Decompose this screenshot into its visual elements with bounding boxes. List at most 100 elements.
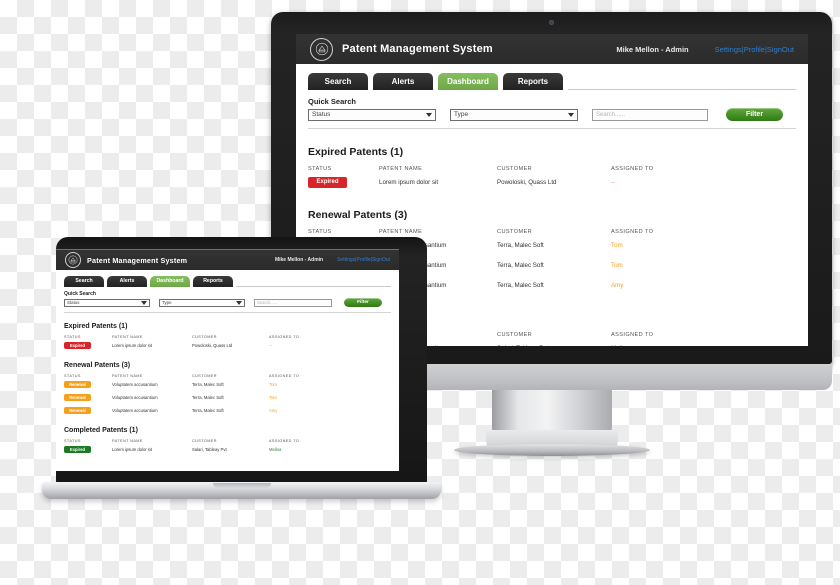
tab-dashboard[interactable]: Dashboard: [438, 73, 498, 90]
assigned-to-cell: Melina: [269, 447, 282, 452]
column-header: PATENT NAME: [379, 229, 423, 235]
tab-bar: Search Alerts Dashboard Reports: [308, 73, 796, 90]
tab-alerts[interactable]: Alerts: [107, 276, 147, 287]
column-header: ASSIGNED TO: [611, 229, 654, 235]
column-header: ASSIGNED TO: [269, 374, 300, 378]
tab-bar: Search Alerts Dashboard Reports: [64, 276, 391, 287]
patent-name-cell: Lorem ipsum dolor sit: [112, 343, 153, 348]
status-badge: Expired: [64, 341, 91, 350]
chevron-down-icon: [141, 300, 147, 305]
user-account-links[interactable]: Settings|Profile|SignOut: [715, 45, 794, 54]
customer-cell: Terra, Malec Soft: [497, 261, 544, 269]
chevron-down-icon: [568, 112, 574, 117]
assigned-to-cell: Tom: [611, 261, 623, 269]
status-select[interactable]: Status: [308, 108, 436, 121]
search-input[interactable]: Search......: [592, 108, 708, 121]
type-select-value: Type: [454, 111, 469, 118]
column-header: ASSIGNED TO: [269, 335, 300, 339]
assigned-to-cell: Melina: [611, 345, 691, 347]
section-title: Renewal Patents (3): [64, 362, 131, 369]
tab-reports[interactable]: Reports: [503, 73, 563, 90]
column-header: STATUS: [308, 229, 332, 235]
laptop-screen: Patent Management System Mike Mellon - A…: [56, 249, 399, 471]
status-cell: Renewal: [64, 380, 112, 389]
assigned-to-cell: Tom: [611, 241, 623, 249]
section-title: Expired Patents (1): [308, 146, 404, 158]
laptop: Patent Management System Mike Mellon - A…: [42, 237, 441, 499]
column-header: STATUS: [308, 166, 332, 172]
table-row[interactable]: Renewal Voluptatem accusantium Terra, Male…: [64, 391, 391, 404]
customer-cell: Terra, Malec Soft: [192, 408, 224, 413]
webcam-icon: [549, 20, 554, 25]
customer-cell: Salari, Tableay Pvt: [497, 345, 611, 347]
tab-reports[interactable]: Reports: [193, 276, 233, 287]
search-input-placeholder: Search......: [596, 111, 626, 118]
column-header: ASSIGNED TO: [611, 332, 654, 338]
type-select-value: Type: [162, 300, 172, 305]
status-badge: Renewal: [64, 406, 91, 415]
filter-button[interactable]: Filter: [726, 108, 783, 121]
table-row[interactable]: Expired Lorem ipsum dolor sit Powoloski, Q…: [64, 339, 391, 352]
customer-cell: Powoloski, Quass Ltd: [497, 178, 557, 186]
tab-search[interactable]: Search: [308, 73, 368, 90]
column-header: PATENT NAME: [112, 374, 143, 378]
tab-search[interactable]: Search: [64, 276, 104, 287]
app-title: Patent Management System: [87, 255, 188, 265]
patent-name-cell: Voluptatem accusantium: [112, 395, 158, 400]
filter-button[interactable]: Filter: [344, 298, 382, 307]
status-select-value: Status: [67, 300, 80, 305]
app-window-laptop: Patent Management System Mike Mellon - A…: [56, 249, 399, 471]
table-row[interactable]: Expired Lorem ipsum dolor sit Powoloski, Q…: [308, 172, 796, 192]
column-header: CUSTOMER: [192, 335, 217, 339]
table-row[interactable]: Renewal Voluptatem accusantium Terra, Male…: [64, 404, 391, 417]
customer-cell: Terra, Malec Soft: [497, 281, 544, 289]
assigned-to-cell: --: [269, 343, 272, 348]
tab-alerts[interactable]: Alerts: [373, 73, 433, 90]
assigned-to-cell: --: [611, 178, 616, 186]
tab-dashboard[interactable]: Dashboard: [150, 276, 190, 287]
type-select[interactable]: Type: [450, 108, 578, 121]
patent-name-cell: Voluptatem accusantium: [112, 382, 158, 387]
laptop-base-notch: [212, 483, 271, 488]
app-title: Patent Management System: [342, 43, 493, 55]
status-cell: Renewal: [64, 406, 112, 415]
search-input-placeholder: Search......: [257, 300, 278, 305]
quick-search-row: Status Type Search...... Filter: [308, 108, 796, 121]
table-row[interactable]: Expired Lorem ipsum dolor sit Salari, Tabl…: [64, 443, 391, 456]
monitor-stand-foot: [453, 444, 650, 456]
column-header: PATENT NAME: [379, 166, 423, 172]
assigned-to-cell: Amy: [611, 281, 624, 289]
column-header: PATENT NAME: [112, 335, 143, 339]
patent-crest-icon: [65, 252, 81, 268]
status-badge: Expired: [308, 176, 347, 188]
app-header: Patent Management System Mike Mellon - A…: [56, 249, 399, 270]
search-input[interactable]: Search......: [254, 298, 332, 307]
status-badge: Renewal: [64, 393, 91, 402]
tab-bar-rule: [236, 286, 391, 287]
quick-search-label: Quick Search: [308, 97, 356, 106]
status-badge: Expired: [64, 445, 91, 454]
chevron-down-icon: [236, 300, 242, 305]
assigned-to-cell: Tom: [269, 382, 277, 387]
patent-name-cell: Lorem ipsum dolor sit: [112, 447, 153, 452]
status-select-value: Status: [312, 111, 331, 118]
type-select[interactable]: Type: [159, 298, 245, 307]
app-body: Search Alerts Dashboard Reports Quick Se…: [56, 270, 399, 456]
customer-cell: Terra, Malec Soft: [192, 395, 224, 400]
patent-name-cell: Lorem ipsum dolor sit: [379, 178, 439, 186]
customer-cell: Terra, Malec Soft: [497, 241, 544, 249]
quick-search-label: Quick Search: [64, 291, 96, 297]
quick-search-divider: [308, 128, 796, 129]
user-name: Mike Mellon - Admin: [274, 257, 324, 263]
status-select[interactable]: Status: [64, 298, 150, 307]
customer-cell: Terra, Malec Soft: [192, 382, 224, 387]
user-account-links[interactable]: Settings|Profile|SignOut: [337, 257, 390, 263]
quick-search-row: Status Type Search...... Filter: [64, 298, 391, 307]
column-header: ASSIGNED TO: [269, 439, 300, 443]
column-header: STATUS: [64, 439, 81, 443]
user-name: Mike Mellon - Admin: [616, 44, 689, 54]
quick-search-panel: Quick Search Status Type Search...... Fi…: [64, 287, 391, 307]
patent-section: Expired Patents (1) STATUS PATENT NAME CUST…: [308, 146, 796, 192]
table-row[interactable]: Renewal Voluptatem accusantium Terra, Male…: [64, 378, 391, 391]
app-header: Patent Management System Mike Mellon - A…: [296, 34, 808, 64]
